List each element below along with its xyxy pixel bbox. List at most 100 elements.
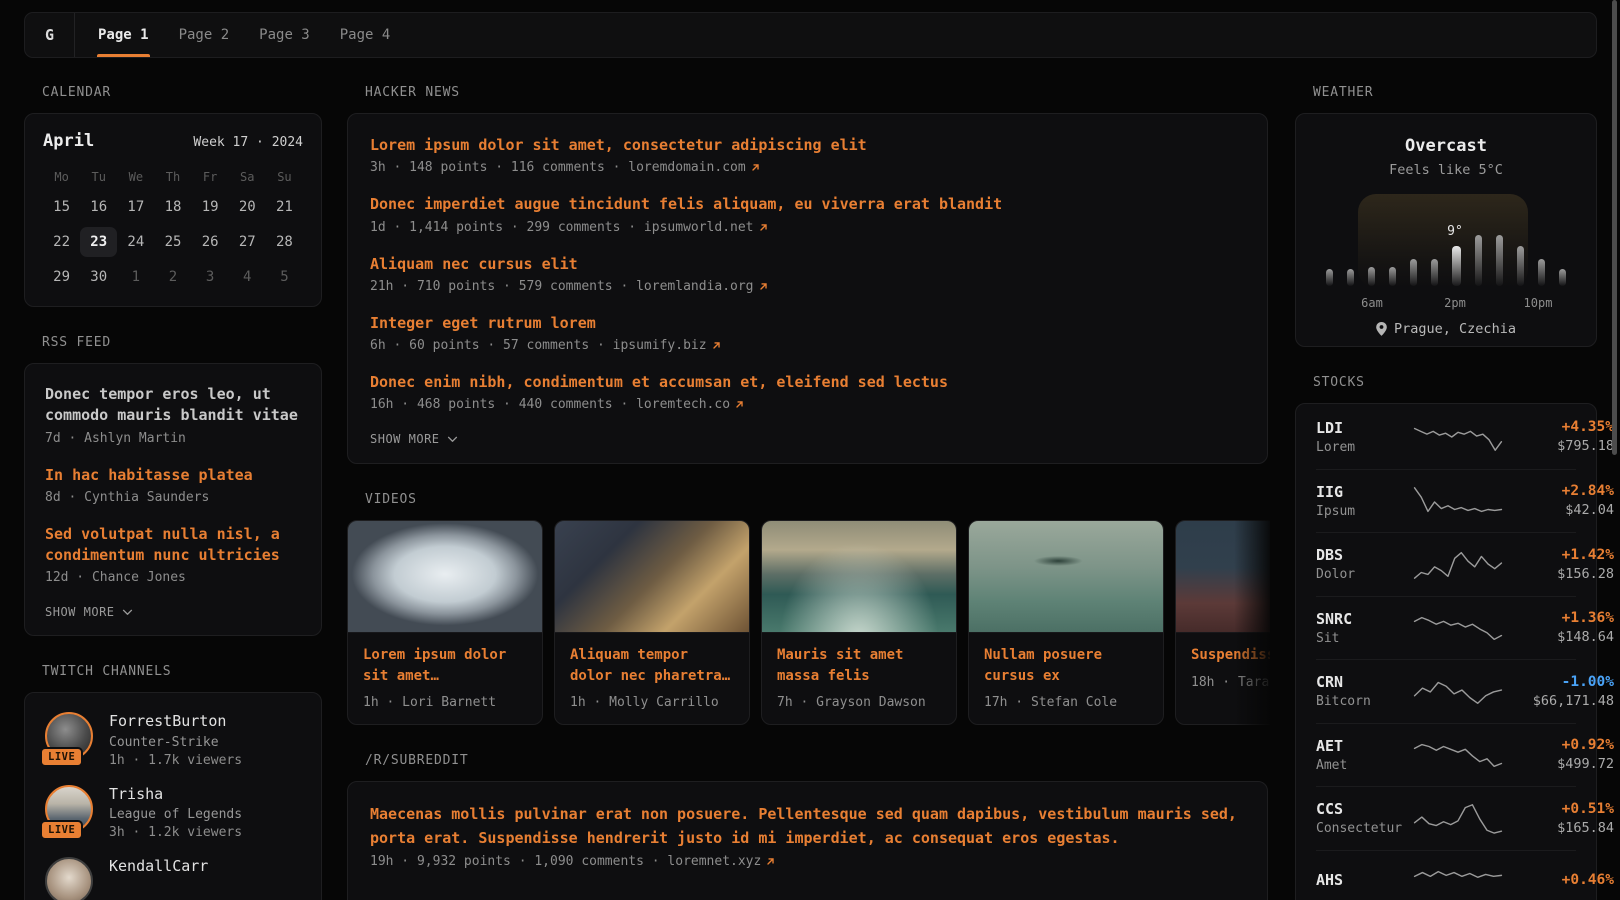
stock-row[interactable]: AHS +0.46%	[1316, 850, 1576, 900]
stock-row[interactable]: SNRCSit +1.36%$148.64	[1316, 596, 1576, 660]
rss-item-meta: 12d · Chance Jones	[45, 570, 301, 585]
video-title[interactable]: Nullam posuere cursus ex	[984, 645, 1148, 686]
calendar-day: 27	[229, 227, 266, 257]
videos-heading: VIDEOS	[365, 492, 1268, 507]
app-logo[interactable]: G	[25, 13, 74, 57]
calendar-day-next-month: 5	[266, 262, 303, 292]
hn-item-title[interactable]: Integer eget rutrum lorem	[370, 313, 1245, 334]
calendar-day-next-month: 2	[154, 262, 191, 292]
video-card[interactable]: Aliquam tempor dolor nec pharetra… 1h · …	[554, 520, 750, 725]
stock-ticker: DBS	[1316, 546, 1412, 564]
page-scrollbar[interactable]	[1612, 0, 1617, 455]
rss-item-meta: 8d · Cynthia Saunders	[45, 490, 301, 505]
video-meta: 1h · Lori Barnett	[363, 695, 527, 710]
video-thumbnail	[1176, 521, 1270, 633]
channel-avatar	[45, 857, 93, 900]
stock-sparkline	[1412, 738, 1504, 772]
stock-sparkline	[1412, 547, 1504, 581]
hn-item-meta: 21h · 710 points · 579 comments · loreml…	[370, 279, 1245, 294]
twitch-heading: TWITCH CHANNELS	[42, 664, 322, 679]
stock-row[interactable]: CCSConsectetur +0.51%$165.84	[1316, 786, 1576, 850]
rss-show-more-button[interactable]: SHOW MORE	[45, 605, 301, 619]
stock-row[interactable]: LDILorem +4.35%$795.18	[1316, 405, 1576, 469]
reddit-post-title[interactable]: Maecenas mollis pulvinar erat non posuer…	[370, 803, 1245, 850]
video-title[interactable]: Suspendisse diam	[1191, 645, 1270, 665]
calendar-day: 15	[43, 192, 80, 222]
stock-row[interactable]: CRNBitcorn -1.00%$66,171.48	[1316, 659, 1576, 723]
external-link-icon	[766, 857, 775, 866]
video-meta: 1h · Molly Carrillo	[570, 695, 734, 710]
stock-change: +0.46%	[1504, 872, 1614, 888]
video-card[interactable]: Lorem ipsum dolor sit amet consectetu… 1…	[347, 520, 543, 725]
channel-name: ForrestBurton	[109, 712, 242, 732]
calendar-day-name: Th	[154, 167, 191, 187]
stocks-heading: STOCKS	[1313, 375, 1597, 390]
show-more-label: SHOW MORE	[45, 605, 115, 619]
video-title[interactable]: Aliquam tempor dolor nec pharetra…	[570, 645, 734, 686]
rss-item-title[interactable]: Donec tempor eros leo, ut commodo mauris…	[45, 384, 301, 427]
stock-price: $165.84	[1504, 820, 1614, 836]
show-more-label: SHOW MORE	[370, 432, 440, 446]
reddit-post: Maecenas mollis pulvinar erat non posuer…	[370, 803, 1245, 869]
hn-item-title[interactable]: Lorem ipsum dolor sit amet, consectetur …	[370, 135, 1245, 156]
weather-bar	[1368, 267, 1375, 286]
rss-item-title[interactable]: Sed volutpat nulla nisl, a condimentum n…	[45, 524, 301, 567]
calendar-day: 22	[43, 227, 80, 257]
rss-item-meta-text: 8d · Cynthia Saunders	[45, 490, 209, 505]
tab-page-1[interactable]: Page 1	[97, 13, 150, 57]
video-title[interactable]: Lorem ipsum dolor sit amet consectetu…	[363, 645, 527, 686]
video-title[interactable]: Mauris sit amet massa felis	[777, 645, 941, 686]
calendar-day-next-month: 4	[229, 262, 266, 292]
tab-page-3[interactable]: Page 3	[258, 13, 311, 57]
hn-item: Lorem ipsum dolor sit amet, consectetur …	[370, 135, 1245, 175]
tab-page-2[interactable]: Page 2	[178, 13, 231, 57]
stock-price: $66,171.48	[1504, 693, 1614, 709]
video-thumbnail	[762, 521, 956, 633]
calendar-day: 18	[154, 192, 191, 222]
weather-time-label: 10pm	[1524, 296, 1553, 310]
external-link-icon	[712, 341, 721, 350]
hn-item-title[interactable]: Donec enim nibh, condimentum et accumsan…	[370, 372, 1245, 393]
rss-item-title[interactable]: In hac habitasse platea	[45, 465, 301, 486]
hn-item-title[interactable]: Aliquam nec cursus elit	[370, 254, 1245, 275]
videos-track: Lorem ipsum dolor sit amet consectetu… 1…	[347, 520, 1270, 725]
hn-show-more-button[interactable]: SHOW MORE	[370, 432, 1245, 446]
stock-change: +4.35%	[1504, 419, 1614, 435]
weather-bar	[1431, 259, 1438, 286]
main-column: HACKER NEWS Lorem ipsum dolor sit amet, …	[347, 58, 1268, 900]
weather-bar	[1326, 269, 1333, 286]
stock-row[interactable]: AETAmet +0.92%$499.72	[1316, 723, 1576, 787]
calendar-day: 29	[43, 262, 80, 292]
tab-page-4[interactable]: Page 4	[339, 13, 392, 57]
weather-bars	[1326, 228, 1566, 286]
hn-item-meta-text: 3h · 148 points · 116 comments · loremdo…	[370, 160, 746, 175]
weather-bar	[1452, 246, 1461, 286]
video-meta: 18h · Tara	[1191, 675, 1270, 690]
calendar-week-label: Week 17 · 2024	[193, 135, 303, 150]
calendar-day: 21	[266, 192, 303, 222]
channel-name: Trisha	[109, 785, 242, 805]
video-card[interactable]: Mauris sit amet massa felis 7h · Grayson…	[761, 520, 957, 725]
stock-row[interactable]: IIGIpsum +2.84%$42.04	[1316, 469, 1576, 533]
weather-feels-like: Feels like 5°C	[1316, 162, 1576, 178]
rss-item-meta-text: 12d · Chance Jones	[45, 570, 186, 585]
stock-ticker: CRN	[1316, 673, 1412, 691]
twitch-channel-row[interactable]: LIVE Trisha League of Legends 3h · 1.2k …	[45, 785, 301, 841]
calendar-day-name: Su	[266, 167, 303, 187]
twitch-channel-row[interactable]: KendallCarr	[45, 857, 301, 900]
video-card[interactable]: Nullam posuere cursus ex 17h · Stefan Co…	[968, 520, 1164, 725]
rss-heading: RSS FEED	[42, 335, 322, 350]
calendar-widget: April Week 17 · 2024 Mo Tu We Th Fr Sa S…	[24, 113, 322, 307]
video-card[interactable]: Suspendisse diam 18h · Tara	[1175, 520, 1270, 725]
video-thumbnail	[969, 521, 1163, 633]
live-badge: LIVE	[40, 820, 83, 840]
stock-ticker: LDI	[1316, 419, 1412, 437]
stock-row[interactable]: DBSDolor +1.42%$156.28	[1316, 532, 1576, 596]
avatar	[45, 857, 93, 900]
stock-change: +1.42%	[1504, 547, 1614, 563]
external-link-icon	[759, 223, 768, 232]
rss-item-meta: 7d · Ashlyn Martin	[45, 431, 301, 446]
twitch-channel-row[interactable]: LIVE ForrestBurton Counter-Strike 1h · 1…	[45, 712, 301, 768]
subreddit-widget: Maecenas mollis pulvinar erat non posuer…	[347, 781, 1268, 900]
hn-item-title[interactable]: Donec imperdiet augue tincidunt felis al…	[370, 194, 1245, 215]
